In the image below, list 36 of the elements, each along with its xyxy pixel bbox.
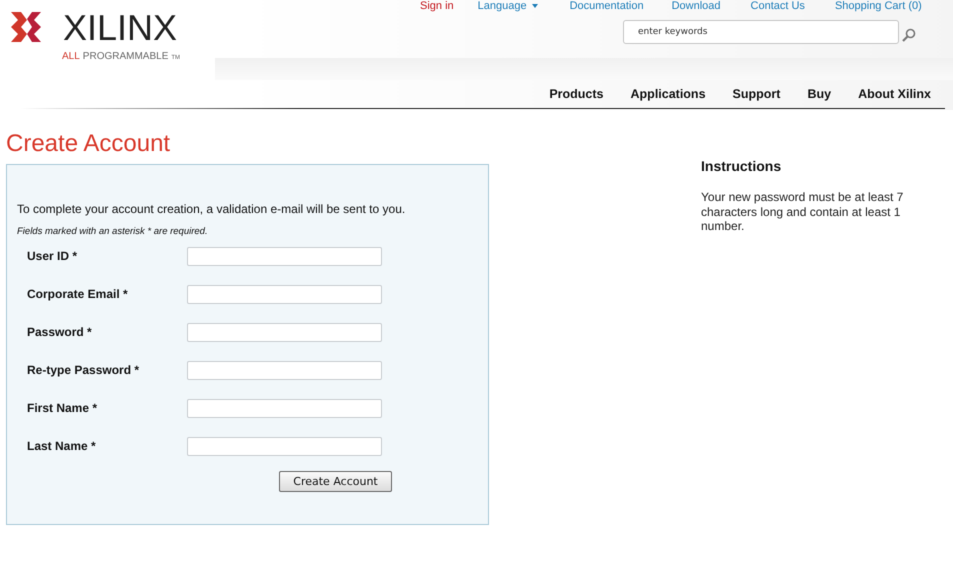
field-label: First Name * [27,401,98,415]
header-link[interactable]: Documentation [570,0,644,12]
page-title: Create Account [6,130,172,158]
language-dropdown[interactable]: Language [478,0,527,12]
caret-icon[interactable] [532,4,538,8]
nav-item[interactable]: Applications [604,87,706,101]
search-icon[interactable] [902,28,916,42]
input-field[interactable] [187,284,382,304]
tagline: PROGRAMMABLE [82,51,168,62]
instructions-title: Instructions [701,158,782,174]
header-link[interactable]: Download [672,0,721,12]
intro-text: To complete your account creation, a validation e-mail will be sent to you. [17,202,406,216]
logo-wordmark: XILINX [63,10,178,46]
field-label: Last Name * [27,439,97,453]
input-field[interactable] [187,246,382,266]
create-account-button[interactable]: Create Account [279,471,392,492]
sign-in-link[interactable]: Sign in [420,0,454,12]
nav-item[interactable]: Products [522,87,604,101]
tagline-lead: ALL [62,51,80,62]
field-label: User ID * [27,249,78,263]
instructions-text: Your new password must be at least 7 characters long and contain at least 1 number. [701,190,904,234]
nav-item[interactable]: About Xilinx [831,87,931,101]
input-field[interactable] [187,322,382,342]
header-link[interactable]: Shopping Cart (0) [834,0,922,12]
header-link[interactable]: Contact Us [750,0,805,12]
input-field[interactable] [187,398,382,418]
input-field[interactable] [187,360,382,380]
nav-item[interactable]: Buy [780,87,832,101]
nav-item[interactable]: Support [706,87,780,101]
field-label: Password * [27,325,93,339]
search-field[interactable]: enter keywords [623,20,899,44]
required-note: Fields marked with an asterisk * are required. [17,226,209,237]
logo-icon [11,12,41,42]
field-label: Corporate Email * [27,287,129,301]
field-label: Re-type Password * [27,363,140,377]
input-field[interactable] [187,436,382,456]
